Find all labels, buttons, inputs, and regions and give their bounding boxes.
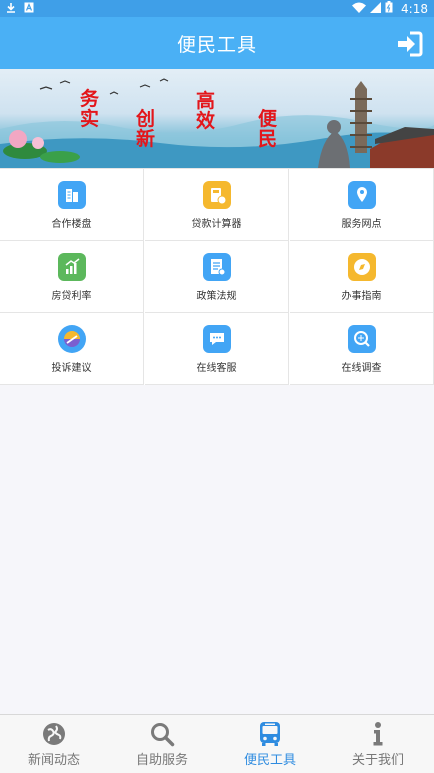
tab-label: 关于我们 [351,753,404,768]
tool-label: 贷款计算器 [191,219,242,230]
wifi-icon [352,2,367,16]
page-title: 便民工具 [176,34,257,56]
app-notification-icon [24,2,34,17]
tool-loan-calculator[interactable]: 贷款计算器 [145,169,289,241]
building-icon [58,181,86,209]
tab-about-us[interactable]: 关于我们 [324,715,432,773]
banner-text-7: 便 [258,108,278,130]
tab-self-service[interactable]: 自助服务 [108,715,216,773]
tool-online-survey[interactable]: 在线调查 [290,313,434,385]
banner-text-6: 效 [196,110,216,132]
rate-chart-icon [58,253,86,281]
download-icon [6,2,16,17]
tool-label: 服务网点 [341,219,382,230]
search-icon [149,721,175,747]
tab-convenience-tools[interactable]: 便民工具 [216,715,324,773]
calculator-icon [203,181,231,209]
globe-icon [41,721,67,747]
tab-label: 自助服务 [135,753,188,768]
info-icon [365,721,391,747]
tool-label: 在线客服 [196,363,237,374]
banner-scenery [0,78,434,168]
tool-service-guide[interactable]: 办事指南 [290,241,434,313]
tab-label: 新闻动态 [27,753,80,768]
tool-label: 合作楼盘 [51,219,92,230]
app-header: 便民工具 [0,17,434,69]
tool-label: 投诉建议 [51,363,92,374]
tool-label: 办事指南 [341,291,382,302]
tool-online-support[interactable]: 在线客服 [145,313,289,385]
tool-label: 在线调查 [341,363,382,374]
survey-icon [348,325,376,353]
tool-policies-regulations[interactable]: 政策法规 [145,241,289,313]
chat-icon [203,325,231,353]
tab-label: 便民工具 [243,753,296,768]
bus-icon [257,721,283,747]
compass-icon [348,253,376,281]
banner-text-2: 实 [80,108,100,130]
feedback-icon [58,325,86,353]
document-icon [203,253,231,281]
banner-text-4: 新 [136,128,156,150]
tools-grid: 合作楼盘 贷款计算器 服务网点 房贷利率 政策法规 办事指南 投诉建议 在线客服… [0,168,434,385]
banner-text-3: 创 [136,108,156,130]
tab-news[interactable]: 新闻动态 [0,715,108,773]
banner-image[interactable]: 务 实 创 新 高 效 便 民 [0,69,434,168]
tool-complaints-suggestions[interactable]: 投诉建议 [0,313,144,385]
tool-service-outlets[interactable]: 服务网点 [290,169,434,241]
bottom-tab-bar: 新闻动态 自助服务 便民工具 关于我们 [0,714,434,773]
tool-label: 政策法规 [196,291,237,302]
status-bar: 4:18 [0,0,434,17]
signal-icon [370,1,382,16]
banner-text-1: 务 [80,88,100,110]
tool-mortgage-rate[interactable]: 房贷利率 [0,241,144,313]
banner-text-5: 高 [196,90,216,112]
login-icon[interactable] [396,30,424,58]
tool-label: 房贷利率 [51,291,92,302]
battery-icon [385,1,393,16]
location-pin-icon [348,181,376,209]
clock-time: 4:18 [401,1,428,16]
tool-cooperative-buildings[interactable]: 合作楼盘 [0,169,144,241]
banner-text-8: 民 [258,128,278,150]
